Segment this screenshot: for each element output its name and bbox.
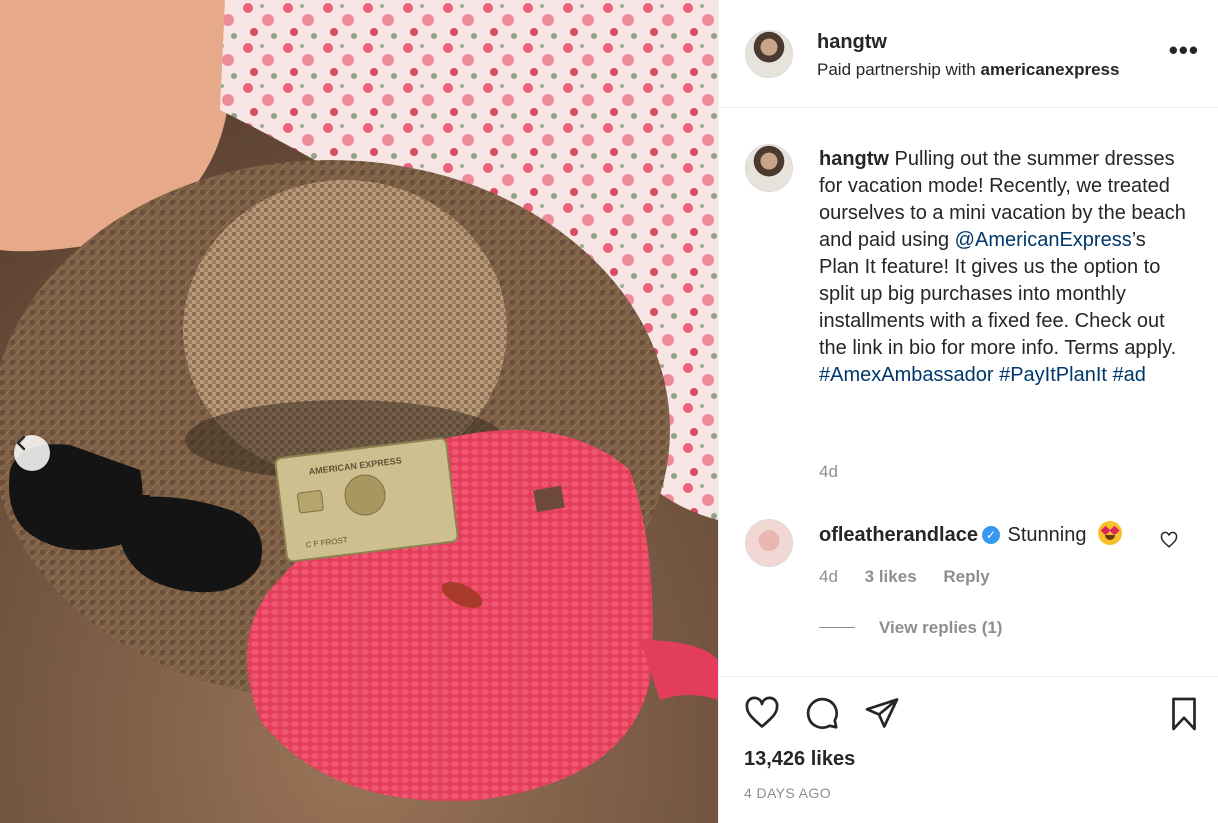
post-header: hangtw Paid partnership with americanexp… bbox=[719, 0, 1218, 108]
post-image[interactable]: AMERICAN EXPRESS C F FROST bbox=[0, 0, 718, 823]
hashtag-link[interactable]: #AmexAmbassador bbox=[819, 364, 994, 386]
hashtag-link[interactable]: #ad bbox=[1113, 364, 1146, 386]
comment-heart-icon[interactable] bbox=[1160, 531, 1178, 549]
more-options-button[interactable]: ••• bbox=[1169, 37, 1199, 63]
view-replies-label: View replies (1) bbox=[879, 618, 1003, 637]
post-actions: 13,426 likes 4 DAYS AGO bbox=[719, 676, 1218, 823]
post-photo-illustration: AMERICAN EXPRESS C F FROST bbox=[0, 0, 718, 823]
partnership-prefix: Paid partnership with bbox=[817, 60, 976, 79]
comment-meta: 4d 3 likes Reply bbox=[819, 567, 1012, 587]
heart-eyes-emoji-icon bbox=[1098, 521, 1123, 545]
replies-divider bbox=[819, 627, 855, 628]
likes-count[interactable]: 13,426 likes bbox=[744, 748, 855, 771]
author-avatar[interactable] bbox=[745, 30, 793, 78]
paid-partnership-line: Paid partnership with americanexpress bbox=[817, 60, 1119, 80]
commenter-avatar[interactable] bbox=[745, 519, 793, 567]
reply-button[interactable]: Reply bbox=[943, 567, 989, 586]
previous-image-button[interactable] bbox=[14, 435, 50, 471]
author-username[interactable]: hangtw bbox=[817, 31, 887, 54]
partner-link[interactable]: americanexpress bbox=[981, 60, 1120, 79]
post-caption: hangtw Pulling out the summer dresses fo… bbox=[819, 146, 1191, 389]
bookmark-icon[interactable] bbox=[1166, 695, 1202, 733]
caption-author-avatar[interactable] bbox=[745, 144, 793, 192]
caption-username[interactable]: hangtw bbox=[819, 148, 889, 170]
paper-plane-icon[interactable] bbox=[864, 695, 900, 731]
comment-time[interactable]: 4d bbox=[819, 567, 838, 586]
comment-icon[interactable] bbox=[804, 695, 840, 731]
heart-icon[interactable] bbox=[744, 695, 780, 731]
comment-likes[interactable]: 3 likes bbox=[865, 567, 917, 586]
mention-link[interactable]: @AmericanExpress bbox=[955, 229, 1132, 251]
commenter-username[interactable]: ofleatherandlace bbox=[819, 524, 978, 546]
chevron-left-icon bbox=[16, 435, 26, 451]
comment-text: Stunning bbox=[1007, 524, 1087, 546]
view-replies-button[interactable]: View replies (1) bbox=[819, 618, 1002, 638]
hashtag-link[interactable]: #PayItPlanIt bbox=[999, 364, 1107, 386]
gold-card: AMERICAN EXPRESS C F FROST bbox=[274, 437, 459, 563]
comment: ofleatherandlace ✓ Stunning bbox=[819, 521, 1123, 547]
post-sidebar: hangtw Paid partnership with americanexp… bbox=[718, 0, 1218, 823]
verified-badge-icon: ✓ bbox=[981, 526, 1000, 544]
caption-timestamp[interactable]: 4d bbox=[819, 462, 838, 482]
post-time[interactable]: 4 DAYS AGO bbox=[744, 785, 831, 801]
